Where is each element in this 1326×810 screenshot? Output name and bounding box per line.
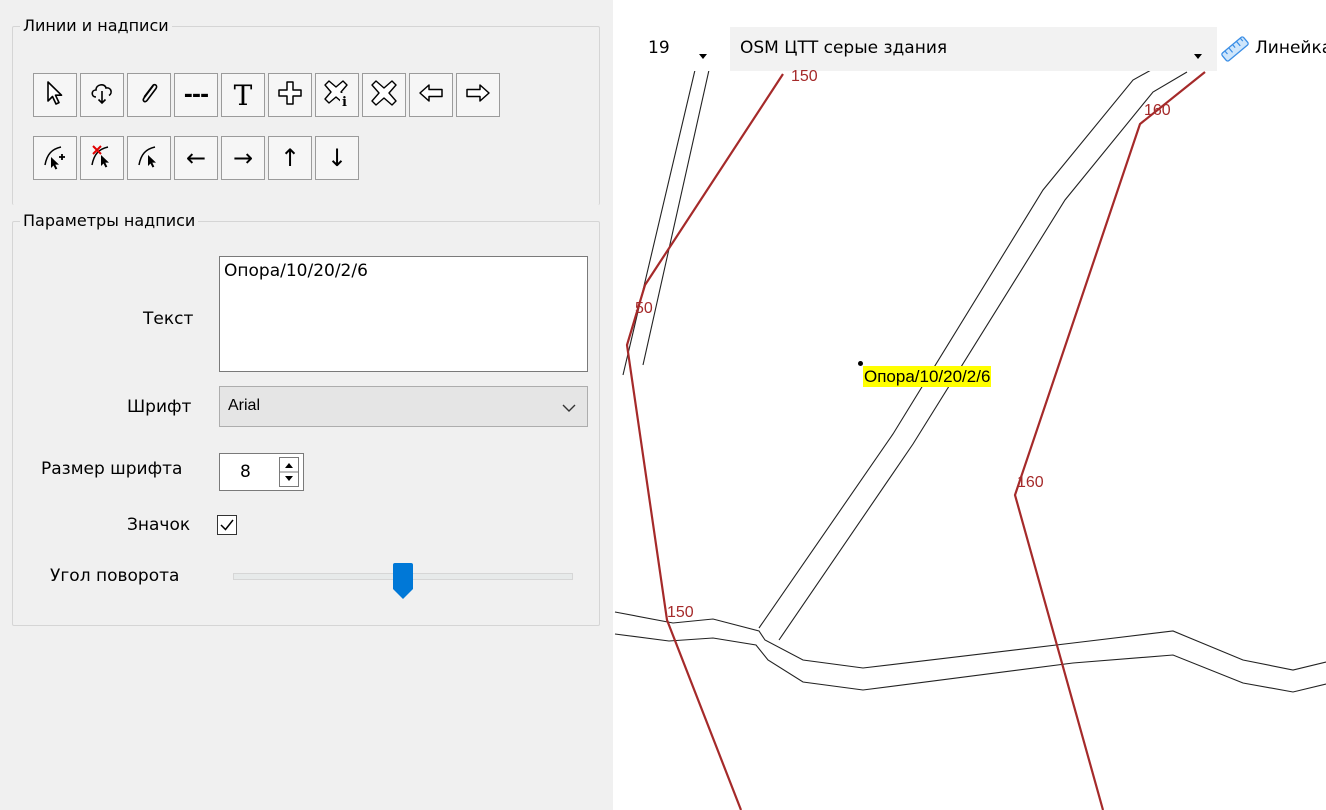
next-button[interactable]	[456, 73, 500, 117]
move-right-button[interactable]: →	[221, 136, 265, 180]
contour-label: 160	[1144, 102, 1171, 119]
lines-group-title: Линии и надписи	[23, 16, 169, 35]
add-vertex-button[interactable]	[33, 136, 77, 180]
layer-select[interactable]: OSM ЦТТ серые здания	[730, 27, 1217, 71]
move-up-button[interactable]: ↑	[268, 136, 312, 180]
move-vertex-icon	[134, 141, 164, 175]
text-tool-icon: T	[233, 78, 253, 112]
arrow-left-outline-icon	[416, 78, 446, 112]
stepper-arrows[interactable]	[279, 457, 299, 487]
svg-text:i: i	[342, 95, 347, 108]
layer-value: OSM ЦТТ серые здания	[740, 38, 948, 58]
move-left-button[interactable]: ←	[174, 136, 218, 180]
icon-label: Значок	[127, 515, 191, 535]
select-tool-button[interactable]	[33, 73, 77, 117]
font-size-value: 8	[240, 462, 251, 482]
map-view[interactable]: 19 OSM ЦТТ серые здания Линейка 150 160 …	[613, 0, 1326, 810]
params-group-title: Параметры надписи	[23, 211, 196, 230]
add-object-button[interactable]	[268, 73, 312, 117]
arrow-right-icon: →	[232, 144, 254, 172]
ruler-button[interactable]: Линейка	[1217, 27, 1326, 71]
text-label: Текст	[143, 309, 194, 329]
dashed-line-button[interactable]: ---	[174, 73, 218, 117]
caret-down-icon	[1193, 45, 1203, 64]
delete-vertex-icon	[87, 141, 117, 175]
left-panel: Линии и надписи --- T i ← → ↑ ↓ Параметр…	[0, 0, 613, 810]
zoom-value: 19	[648, 38, 670, 58]
label-text-input[interactable]: Опора/10/20/2/6	[219, 256, 588, 372]
checkmark-icon	[220, 519, 234, 531]
caret-down-icon	[698, 45, 708, 64]
text-tool-button[interactable]: T	[221, 73, 265, 117]
contour-label: 50	[635, 300, 653, 317]
move-down-button[interactable]: ↓	[315, 136, 359, 180]
font-size-label: Размер шрифта	[41, 459, 183, 479]
chevron-down-icon	[561, 399, 577, 418]
arrow-up-icon: ↑	[279, 144, 301, 172]
delete-button[interactable]	[362, 73, 406, 117]
font-select-value: Arial	[228, 397, 261, 414]
paperclip-icon	[134, 78, 164, 112]
move-vertex-button[interactable]	[127, 136, 171, 180]
cloud-download-icon	[87, 78, 117, 112]
contour-label: 150	[667, 604, 694, 621]
rotation-slider-thumb[interactable]	[392, 562, 414, 604]
font-size-stepper[interactable]: 8	[219, 453, 304, 491]
zoom-select[interactable]: 19	[628, 27, 720, 71]
dashed-line-icon: ---	[183, 82, 209, 108]
previous-button[interactable]	[409, 73, 453, 117]
map-text-label[interactable]: Опора/10/20/2/6	[863, 366, 992, 387]
add-vertex-icon	[40, 141, 70, 175]
font-select[interactable]: Arial	[219, 386, 588, 427]
contour-label: 160	[1017, 474, 1044, 491]
delete-vertex-button[interactable]	[80, 136, 124, 180]
ruler-label: Линейка	[1255, 38, 1326, 58]
delete-info-icon: i	[322, 78, 352, 112]
attach-button[interactable]	[127, 73, 171, 117]
font-label: Шрифт	[127, 397, 192, 417]
arrow-right-outline-icon	[463, 78, 493, 112]
ruler-icon	[1220, 35, 1250, 67]
arrow-down-icon: ↓	[326, 144, 348, 172]
delete-info-button[interactable]: i	[315, 73, 359, 117]
add-cross-icon	[275, 78, 305, 112]
arrow-left-icon: ←	[185, 144, 207, 172]
delete-cross-icon	[369, 78, 399, 112]
rotation-angle-label: Угол поворота	[50, 566, 180, 586]
contour-label: 150	[791, 68, 818, 85]
cloud-download-button[interactable]	[80, 73, 124, 117]
map-canvas	[614, 59, 1326, 810]
icon-checkbox[interactable]	[217, 515, 237, 535]
select-arrow-icon	[40, 78, 70, 112]
map-top-strip	[613, 0, 1326, 30]
